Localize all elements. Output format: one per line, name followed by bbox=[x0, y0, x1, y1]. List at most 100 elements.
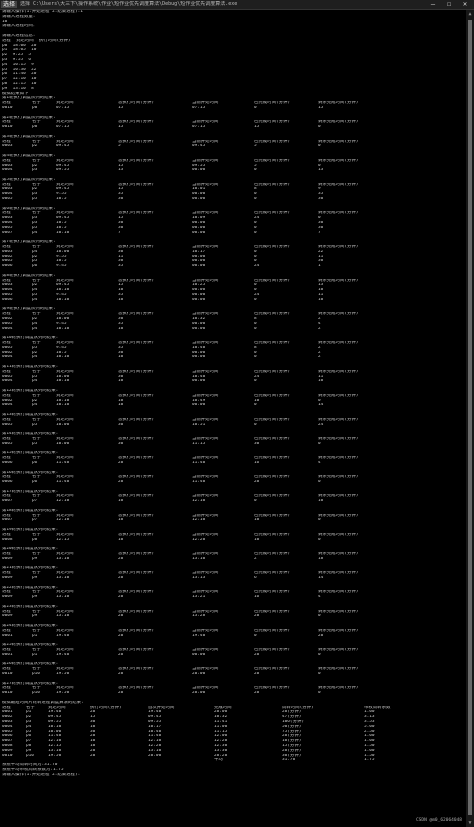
table-cell: 0 bbox=[254, 326, 257, 331]
table-cell: 12:10 bbox=[56, 499, 70, 504]
table-cell: 11:40 bbox=[192, 460, 206, 465]
table-cell: 00:00 bbox=[192, 355, 206, 360]
table-cell: 13:28 bbox=[192, 614, 206, 619]
table-cell: 0 bbox=[318, 614, 321, 619]
table-cell: 13:21 bbox=[192, 595, 206, 600]
table-cell: p5 bbox=[32, 197, 38, 202]
table-cell: p4 bbox=[32, 379, 38, 384]
table-cell: 0001 bbox=[2, 633, 13, 638]
table-cell: 20 bbox=[118, 480, 124, 485]
table-cell: 10:00 bbox=[56, 422, 70, 427]
table-cell: 0 bbox=[318, 518, 321, 523]
table-cell: 0 bbox=[254, 403, 257, 408]
table-cell: 2 bbox=[318, 326, 321, 331]
table-cell: 13:10 bbox=[56, 556, 70, 561]
table-cell: p1 bbox=[32, 633, 38, 638]
table-cell: 15 bbox=[118, 105, 124, 110]
table-cell: p5 bbox=[32, 422, 38, 427]
table-cell: 11:40 bbox=[56, 480, 70, 485]
table-cell: 31.70 bbox=[282, 758, 296, 763]
table-cell: p2 bbox=[32, 144, 38, 149]
table-cell: 20 bbox=[118, 595, 124, 600]
table-cell: 5 bbox=[118, 144, 121, 149]
table-cell: 0 bbox=[254, 633, 257, 638]
close-icon[interactable]: ✕ bbox=[458, 0, 472, 9]
table-cell: 20 bbox=[118, 556, 124, 561]
table-cell: 10:10 bbox=[56, 355, 70, 360]
table-cell: 0 bbox=[254, 197, 257, 202]
maximize-icon[interactable]: ☐ bbox=[442, 0, 456, 9]
table-cell: 10 bbox=[254, 518, 260, 523]
table-cell: 5 bbox=[254, 144, 257, 149]
table-cell: 12:10 bbox=[192, 518, 206, 523]
table-cell: 10 bbox=[118, 355, 124, 360]
table-cell: 0 bbox=[254, 499, 257, 504]
table-cell: 15 bbox=[254, 125, 260, 130]
table-cell: 0008 bbox=[2, 537, 13, 542]
table-cell: p4 bbox=[32, 297, 38, 302]
table-cell: p9 bbox=[32, 595, 38, 600]
console-output[interactable]: 请输入操作(1:开始进程 2:结束进程):1 请输入进程数量: 10 请输入进程时间：… bbox=[2, 10, 464, 825]
table-cell: p6 bbox=[32, 460, 38, 465]
table-cell: 09:45 bbox=[192, 144, 206, 149]
table-cell: 0009 bbox=[2, 576, 13, 581]
watermark: CSDN @m0_62064048 bbox=[415, 818, 462, 823]
table-cell: 12:10 bbox=[56, 518, 70, 523]
table-cell: 07:15 bbox=[56, 105, 70, 110]
table-cell: 20 bbox=[118, 633, 124, 638]
table-cell: 0 bbox=[318, 125, 321, 130]
table-cell: 10 bbox=[118, 403, 124, 408]
table-cell: 20 bbox=[118, 671, 124, 676]
table-cell: p6 bbox=[32, 264, 38, 269]
table-cell: 0 bbox=[254, 168, 257, 173]
table-cell: 07:15 bbox=[56, 125, 70, 130]
minimize-icon[interactable]: — bbox=[426, 0, 440, 9]
table-cell: 20:00 bbox=[192, 671, 206, 676]
title-bar[interactable]: 选择 选择 C:\Users\大三下\操作系统\作业\短作业优先调度算法\Deb… bbox=[0, 0, 474, 10]
table-cell: 10:10 bbox=[56, 326, 70, 331]
average-row: 平均 31.70 1.75 bbox=[2, 758, 464, 763]
table-cell: 00:00 bbox=[192, 326, 206, 331]
table-cell: 11:40 bbox=[192, 480, 206, 485]
table-cell: 7 bbox=[118, 230, 121, 235]
table-cell: 0 bbox=[254, 422, 257, 427]
table-cell: 14 bbox=[318, 403, 324, 408]
table-cell: 14 bbox=[318, 576, 324, 581]
table-cell: 0 bbox=[254, 230, 257, 235]
scroll-thumb[interactable] bbox=[468, 20, 472, 815]
table-cell: 0007 bbox=[2, 230, 13, 235]
table-cell: p3 bbox=[32, 168, 38, 173]
table-cell: 10:10 bbox=[56, 403, 70, 408]
table-cell: 0004 bbox=[2, 168, 13, 173]
table-cell: p10 bbox=[32, 671, 40, 676]
table-cell: 10:10 bbox=[56, 379, 70, 384]
table-cell: 0009 bbox=[2, 556, 13, 561]
table-cell: 2 bbox=[318, 355, 321, 360]
table-cell: 0 bbox=[254, 297, 257, 302]
table-cell: 12:20 bbox=[192, 537, 206, 542]
scroll-down-icon[interactable]: ▼ bbox=[466, 819, 474, 827]
table-cell: 0006 bbox=[2, 460, 13, 465]
table-cell: 11:15 bbox=[192, 441, 206, 446]
vertical-scrollbar[interactable]: ▲ ▼ bbox=[466, 10, 474, 827]
table-cell: p4 bbox=[32, 355, 38, 360]
table-cell: 0 bbox=[318, 537, 321, 542]
table-cell: 0 bbox=[318, 441, 321, 446]
table-cell: p5 bbox=[32, 441, 38, 446]
table-cell: 30 bbox=[254, 441, 260, 446]
table-cell: 20 bbox=[118, 691, 124, 696]
table-cell: 00:00 bbox=[192, 264, 206, 269]
table-cell: 20 bbox=[118, 460, 124, 465]
table-cell: 12:10 bbox=[192, 499, 206, 504]
scroll-up-icon[interactable]: ▲ bbox=[466, 10, 474, 18]
table-cell: 13:10 bbox=[56, 614, 70, 619]
table-cell: p0 bbox=[32, 105, 38, 110]
table-cell: 13 bbox=[118, 168, 124, 173]
table-cell: 30 bbox=[118, 197, 124, 202]
table-cell: p9 bbox=[32, 556, 38, 561]
table-cell: 09:55 bbox=[56, 168, 70, 173]
table-cell: 10 bbox=[318, 499, 324, 504]
table-cell: 07:15 bbox=[192, 105, 206, 110]
table-cell: 00:00 bbox=[192, 379, 206, 384]
table-cell: 16 bbox=[254, 460, 260, 465]
